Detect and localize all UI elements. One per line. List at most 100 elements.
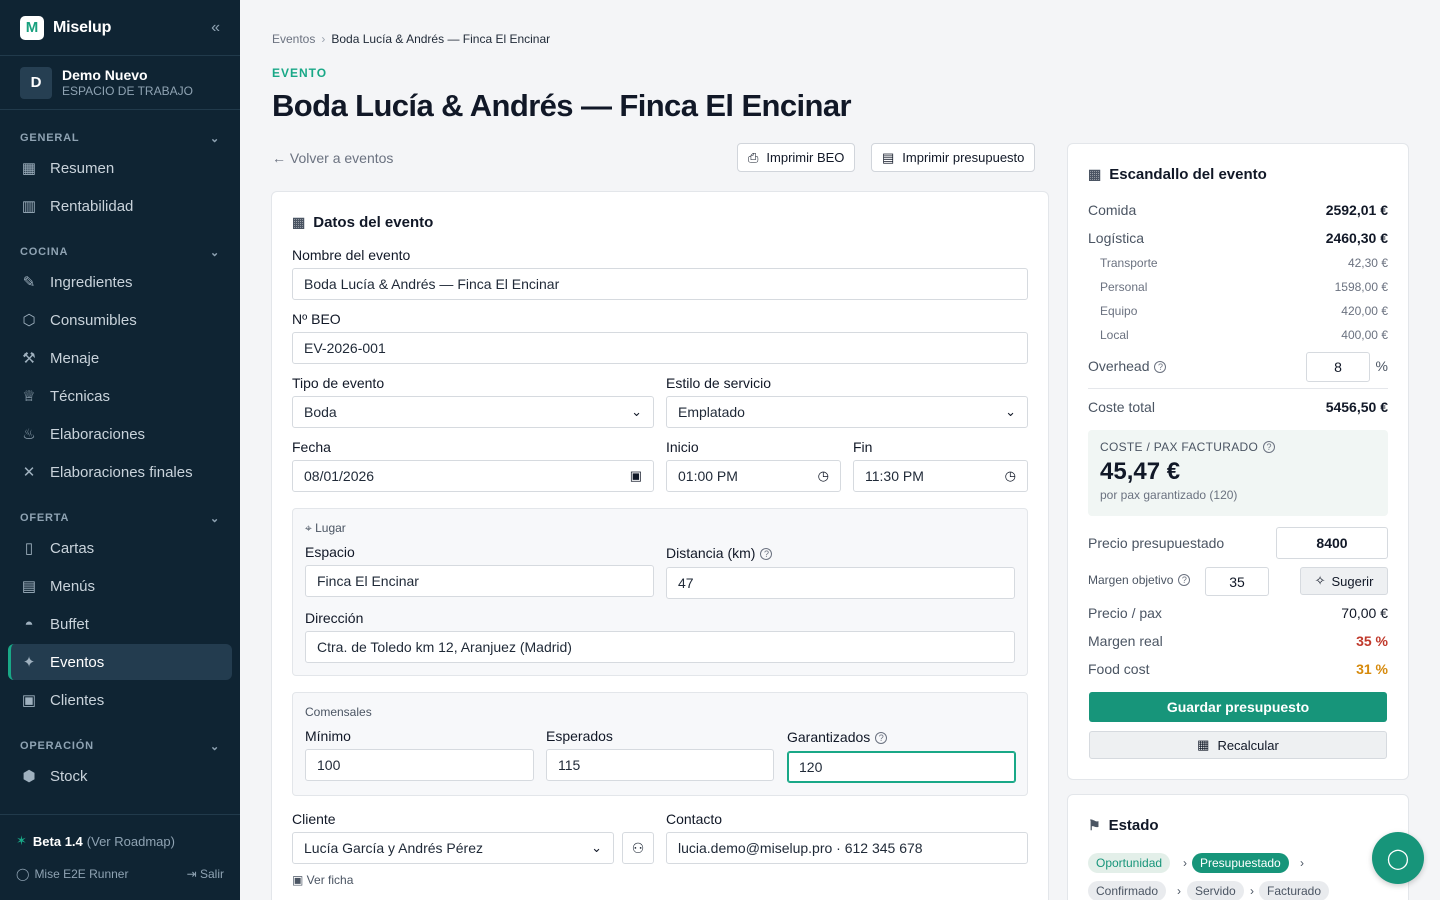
sidebar-item-label: Resumen xyxy=(50,159,115,177)
select-value: Boda xyxy=(304,404,337,420)
status-step-confirmado[interactable]: Confirmado xyxy=(1088,881,1167,900)
help-icon[interactable]: ? xyxy=(1154,361,1167,373)
save-budget-button[interactable]: Guardar presupuesto xyxy=(1089,692,1387,722)
row-value: 5456,50 € xyxy=(1325,399,1388,415)
sidebar-item-resumen[interactable]: ▦ Resumen xyxy=(8,150,232,186)
event-name-input[interactable]: Boda Lucía & Andrés — Finca El Encinar xyxy=(292,268,1028,300)
status-step-facturado[interactable]: Facturado xyxy=(1259,881,1330,900)
back-link[interactable]: ← Volver a eventos xyxy=(272,150,393,166)
start-time-input[interactable]: 01:00 PM ◷ xyxy=(666,460,841,492)
nav-head-general[interactable]: GENERAL ⌄ xyxy=(0,128,240,148)
sidebar-item-clientes[interactable]: ▣ Clientes xyxy=(8,682,232,718)
recalculate-button[interactable]: ▦ Recalcular xyxy=(1089,731,1387,759)
date-input[interactable]: 08/01/2026 ▣ xyxy=(292,460,654,492)
status-step-servido[interactable]: Servido xyxy=(1187,881,1244,900)
cost-title: ▦ Escandallo del evento xyxy=(1088,166,1267,183)
add-client-button[interactable]: ⚇ xyxy=(622,832,654,864)
min-guests-input[interactable]: 100 xyxy=(305,749,534,781)
nav-head-cocina[interactable]: COCINA ⌄ xyxy=(0,242,240,262)
workspace-switcher[interactable]: D Demo Nuevo ESPACIO DE TRABAJO xyxy=(0,56,240,110)
sidebar-item-label: Cartas xyxy=(50,539,95,557)
sidebar-item-ingredientes[interactable]: ✎ Ingredientes xyxy=(8,264,232,300)
sidebar-item-buffet[interactable]: ◓ Buffet xyxy=(8,606,232,642)
expected-guests-input[interactable]: 115 xyxy=(546,749,774,781)
space-label: Espacio xyxy=(305,544,355,560)
distance-input[interactable]: 47 xyxy=(666,567,1015,599)
view-client-file-link[interactable]: ▣ Ver ficha xyxy=(292,873,353,887)
space-input[interactable]: Finca El Encinar xyxy=(305,565,654,597)
sidebar-item-label: Ingredientes xyxy=(50,273,133,291)
sidebar-item-tecnicas[interactable]: ♕ Técnicas xyxy=(8,378,232,414)
contact-input[interactable]: lucia.demo@miselup.pro · 612 345 678 xyxy=(666,832,1028,864)
row-label: Equipo xyxy=(1100,304,1138,318)
place-box: ⌖ Lugar Espacio Finca El Encinar Distanc… xyxy=(292,508,1028,676)
real-margin-row: Margen real 35 % xyxy=(1088,633,1388,649)
print-budget-button[interactable]: ▤ Imprimir presupuesto xyxy=(871,143,1036,172)
chevron-right-icon: › xyxy=(1250,884,1254,898)
row-label: Precio / pax xyxy=(1088,605,1162,621)
clock-icon[interactable]: ◷ xyxy=(818,468,829,484)
app-logo[interactable]: M xyxy=(20,15,44,40)
logout-button[interactable]: ⇥ Salir xyxy=(187,867,224,881)
print-beo-label: Imprimir BEO xyxy=(766,150,845,165)
cooking-pot-icon: ♨ xyxy=(22,426,36,443)
sidebar-item-menaje[interactable]: ⚒ Menaje xyxy=(8,340,232,376)
sidebar-item-stock[interactable]: ⬢ Stock xyxy=(8,758,232,794)
cost-per-pax-sub: por pax garantizado (120) xyxy=(1100,488,1238,502)
margin-target-input[interactable]: 35 xyxy=(1205,567,1269,596)
sidebar-item-label: Elaboraciones xyxy=(50,425,146,443)
service-style-select[interactable]: Emplatado ⌄ xyxy=(666,396,1028,428)
nav-head-oferta[interactable]: OFERTA ⌄ xyxy=(0,508,240,528)
sidebar-item-rentabilidad[interactable]: ▥ Rentabilidad xyxy=(8,188,232,224)
help-icon[interactable]: ? xyxy=(760,548,773,560)
sidebar-item-menus[interactable]: ▤ Menús xyxy=(8,568,232,604)
view-file-label: Ver ficha xyxy=(306,873,354,887)
user-name: Mise E2E Runner xyxy=(34,867,129,881)
calendar-icon[interactable]: ▣ xyxy=(630,468,642,484)
nav-head-operacion[interactable]: OPERACIÓN ⌄ xyxy=(0,736,240,756)
roadmap-link[interactable]: (Ver Roadmap) xyxy=(87,834,175,849)
suggest-button[interactable]: ✧ Sugerir xyxy=(1300,567,1388,595)
print-beo-button[interactable]: ⎙ Imprimir BEO xyxy=(737,143,856,172)
overhead-input[interactable]: 8 xyxy=(1306,352,1370,382)
status-step-presupuestado[interactable]: Presupuestado xyxy=(1192,853,1289,873)
app-name[interactable]: Miselup xyxy=(53,19,111,37)
event-type-label: Tipo de evento xyxy=(292,375,385,391)
help-icon[interactable]: ? xyxy=(1178,574,1191,586)
distance-label-text: Distancia (km) xyxy=(666,545,756,561)
event-type-select[interactable]: Boda ⌄ xyxy=(292,396,654,428)
beta-version: Beta 1.4 xyxy=(32,833,83,849)
calendar-icon: ▦ xyxy=(292,214,306,230)
input-value: EV-2026-001 xyxy=(304,340,386,356)
beo-input[interactable]: EV-2026-001 xyxy=(292,332,1028,364)
sidebar-item-elaboraciones-finales[interactable]: ✕ Elaboraciones finales xyxy=(8,454,232,490)
address-input[interactable]: Ctra. de Toledo km 12, Aranjuez (Madrid) xyxy=(305,631,1015,663)
select-value: Lucía García y Andrés Pérez xyxy=(304,840,483,856)
sidebar-item-cartas[interactable]: ▯ Cartas xyxy=(8,530,232,566)
row-value: 400,00 € xyxy=(1341,328,1388,342)
chef-tools-icon: ✕ xyxy=(22,464,36,481)
cost-per-pax-box: COSTE / PAX FACTURADO? 45,47 € por pax g… xyxy=(1088,430,1388,516)
sidebar-item-elaboraciones[interactable]: ♨ Elaboraciones xyxy=(8,416,232,452)
sidebar-item-consumibles[interactable]: ⬡ Consumibles xyxy=(8,302,232,338)
utensils-icon: ⚒ xyxy=(22,350,36,367)
client-select[interactable]: Lucía García y Andrés Pérez ⌄ xyxy=(292,832,614,864)
contact-label: Contacto xyxy=(666,811,723,827)
budget-price-input[interactable]: 8400 xyxy=(1276,527,1388,559)
help-icon[interactable]: ? xyxy=(1263,441,1276,453)
input-value: 47 xyxy=(678,575,694,591)
breadcrumb-parent[interactable]: Eventos xyxy=(272,32,315,46)
input-value: 01:00 PM xyxy=(678,468,738,484)
sidebar-item-eventos[interactable]: ✦ Eventos xyxy=(8,644,232,680)
status-step-oportunidad[interactable]: Oportunidad xyxy=(1088,853,1171,873)
collapse-sidebar-icon[interactable]: « xyxy=(211,19,220,37)
end-time-input[interactable]: 11:30 PM ◷ xyxy=(853,460,1028,492)
guaranteed-guests-input[interactable]: 120 xyxy=(787,751,1016,783)
food-cost-row: Comida 2592,01 € xyxy=(1088,202,1388,218)
help-icon[interactable]: ? xyxy=(875,732,888,744)
clock-icon[interactable]: ◷ xyxy=(1005,468,1016,484)
chat-button[interactable]: ◯ xyxy=(1372,832,1424,884)
logout-icon: ⇥ xyxy=(186,867,200,881)
address-label: Dirección xyxy=(305,610,364,626)
breadcrumb-current: Boda Lucía & Andrés — Finca El Encinar xyxy=(331,32,551,46)
